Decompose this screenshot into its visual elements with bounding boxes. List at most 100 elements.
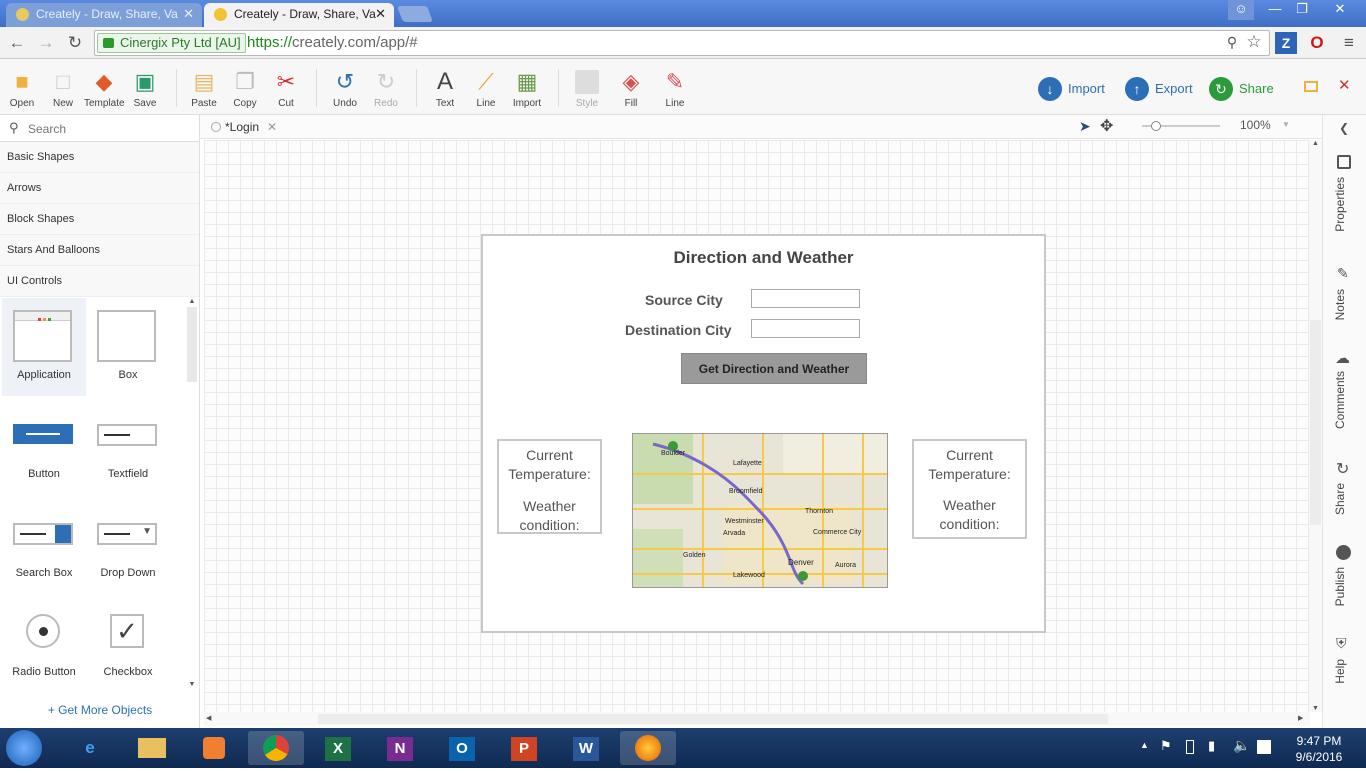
fill-button[interactable]: ◈ Fill: [617, 59, 645, 115]
address-bar[interactable]: Cinergix Pty Ltd [AU] https://creately.c…: [94, 30, 1270, 56]
onenote-icon[interactable]: N: [372, 731, 428, 765]
word-icon[interactable]: W: [558, 731, 614, 765]
chrome-menu-icon[interactable]: ≡: [1338, 32, 1360, 54]
scroll-left-icon[interactable]: ◀: [206, 714, 211, 722]
import-image-button[interactable]: ▦ Import: [510, 59, 544, 115]
rail-help[interactable]: ⛨ Help: [1323, 635, 1366, 705]
shape-search-input[interactable]: [28, 118, 196, 139]
back-arrow-icon[interactable]: ←: [6, 32, 28, 54]
chrome-icon[interactable]: [248, 731, 304, 765]
scroll-down-icon[interactable]: ▼: [1312, 705, 1319, 712]
source-city-label[interactable]: Source City: [645, 292, 723, 308]
url-text[interactable]: https://creately.com/app/#: [247, 34, 418, 51]
category-ui-controls[interactable]: UI Controls: [0, 266, 199, 297]
rail-notes[interactable]: ✎ Notes: [1323, 265, 1366, 335]
canvas-horizontal-scrollbar[interactable]: ◀ ▶: [204, 712, 1310, 726]
shape-box[interactable]: Box: [86, 298, 170, 396]
outlook-icon[interactable]: O: [434, 731, 490, 765]
copy-button[interactable]: ❐ Copy: [230, 59, 260, 115]
chevron-down-icon[interactable]: ▼: [1282, 120, 1290, 129]
ssl-badge[interactable]: Cinergix Pty Ltd [AU]: [97, 33, 246, 53]
document-tab[interactable]: *Login ✕: [208, 118, 281, 138]
scroll-up-icon[interactable]: ▲: [1312, 140, 1319, 147]
zoom-slider-handle[interactable]: [1151, 121, 1161, 131]
shape-drop-down[interactable]: ▼ Drop Down: [86, 496, 170, 594]
system-clock[interactable]: 9:47 PM 9/6/2016: [1284, 733, 1354, 765]
canvas-vertical-scrollbar[interactable]: ▲ ▼: [1309, 140, 1322, 712]
save-button[interactable]: ▣ Save: [130, 59, 160, 115]
key-icon[interactable]: ⚲: [1221, 31, 1243, 53]
start-button[interactable]: [6, 730, 42, 766]
scroll-thumb[interactable]: [1310, 320, 1321, 525]
scroll-right-icon[interactable]: ▶: [1298, 714, 1303, 722]
destination-city-field[interactable]: [751, 319, 860, 338]
browser-tab-1[interactable]: Creately - Draw, Share, Va ✕: [6, 3, 202, 27]
destination-city-label[interactable]: Destination City: [625, 322, 732, 338]
close-app-icon[interactable]: ✕: [1338, 76, 1351, 94]
new-tab-button[interactable]: [397, 6, 433, 22]
fullscreen-icon[interactable]: [1304, 81, 1318, 92]
forward-arrow-icon[interactable]: →: [35, 32, 57, 54]
shape-textfield[interactable]: Textfield: [86, 397, 170, 495]
undo-button[interactable]: ↺ Undo: [330, 59, 360, 115]
show-hidden-icons-icon[interactable]: ▲: [1140, 740, 1149, 750]
open-button[interactable]: ■ Open: [6, 59, 38, 115]
line-style-button[interactable]: ✎ Line: [661, 59, 689, 115]
line-button[interactable]: ⟋ Line: [472, 59, 500, 115]
bookmark-star-icon[interactable]: ☆: [1243, 31, 1265, 53]
rail-share[interactable]: ↻ Share: [1323, 461, 1366, 531]
new-button[interactable]: □ New: [48, 59, 78, 115]
shape-radio-button[interactable]: Radio Button: [2, 595, 86, 688]
route-map-image[interactable]: Boulder Lafayette Broomfield Thornton We…: [632, 433, 888, 588]
shape-search-box[interactable]: Search Box: [2, 496, 86, 594]
import-button[interactable]: ↓ Import: [1038, 77, 1105, 101]
firefox-icon[interactable]: [620, 731, 676, 765]
wireframe-frame[interactable]: Direction and Weather Source City Destin…: [481, 234, 1046, 633]
scroll-thumb[interactable]: [318, 714, 1108, 724]
shape-grid-scrollbar[interactable]: ▲ ▼: [186, 298, 198, 688]
rail-properties[interactable]: Properties: [1323, 155, 1366, 245]
paste-button[interactable]: ▤ Paste: [188, 59, 220, 115]
redo-button[interactable]: ↻ Redo: [371, 59, 401, 115]
windows-flag-icon[interactable]: [1257, 740, 1271, 754]
collapse-rail-icon[interactable]: ❮: [1339, 121, 1349, 135]
network-signal-icon[interactable]: ▮: [1208, 738, 1215, 754]
pan-move-icon[interactable]: ✥: [1100, 116, 1113, 136]
zoom-slider[interactable]: [1142, 121, 1220, 131]
get-more-objects-link[interactable]: + Get More Objects: [0, 703, 200, 717]
action-center-flag-icon[interactable]: ⚑: [1160, 738, 1172, 754]
shape-checkbox[interactable]: ✓ Checkbox: [86, 595, 170, 688]
browser-tab-2[interactable]: Creately - Draw, Share, Va ✕: [204, 3, 394, 27]
volume-muted-icon[interactable]: 🔈: [1233, 737, 1250, 754]
category-block-shapes[interactable]: Block Shapes: [0, 204, 199, 235]
zoom-level[interactable]: 100%: [1240, 118, 1271, 132]
select-pointer-icon[interactable]: ➤: [1079, 118, 1091, 135]
excel-icon[interactable]: X: [310, 731, 366, 765]
battery-icon[interactable]: [1186, 740, 1194, 754]
shape-application[interactable]: Application: [2, 298, 86, 396]
shape-button[interactable]: Button: [2, 397, 86, 495]
template-button[interactable]: ◆ Template: [84, 59, 125, 115]
rail-comments[interactable]: ☁ Comments: [1323, 349, 1366, 439]
close-window-icon[interactable]: ✕: [1318, 0, 1362, 20]
user-profile-icon[interactable]: ☺: [1228, 0, 1254, 20]
minimize-icon[interactable]: —: [1262, 0, 1288, 20]
source-city-field[interactable]: [751, 289, 860, 308]
category-stars-and-balloons[interactable]: Stars And Balloons: [0, 235, 199, 266]
file-explorer-icon[interactable]: [124, 731, 180, 765]
restore-icon[interactable]: ❐: [1289, 0, 1315, 20]
reload-icon[interactable]: ↻: [64, 32, 86, 54]
export-button[interactable]: ↑ Export: [1125, 77, 1193, 101]
powerpoint-icon[interactable]: P: [496, 731, 552, 765]
internet-explorer-icon[interactable]: e: [62, 731, 118, 765]
media-player-icon[interactable]: [186, 731, 242, 765]
opera-extension-icon[interactable]: O: [1306, 32, 1328, 54]
get-direction-weather-button[interactable]: Get Direction and Weather: [681, 353, 867, 384]
share-button[interactable]: ↻ Share: [1209, 77, 1274, 101]
close-document-tab-icon[interactable]: ✕: [267, 118, 277, 136]
wireframe-title[interactable]: Direction and Weather: [483, 248, 1044, 268]
zotero-extension-icon[interactable]: Z: [1275, 32, 1297, 54]
weather-box-right[interactable]: Current Temperature: Weather condition:: [912, 439, 1027, 539]
weather-box-left[interactable]: Current Temperature: Weather condition:: [497, 439, 602, 534]
category-basic-shapes[interactable]: Basic Shapes: [0, 142, 199, 173]
